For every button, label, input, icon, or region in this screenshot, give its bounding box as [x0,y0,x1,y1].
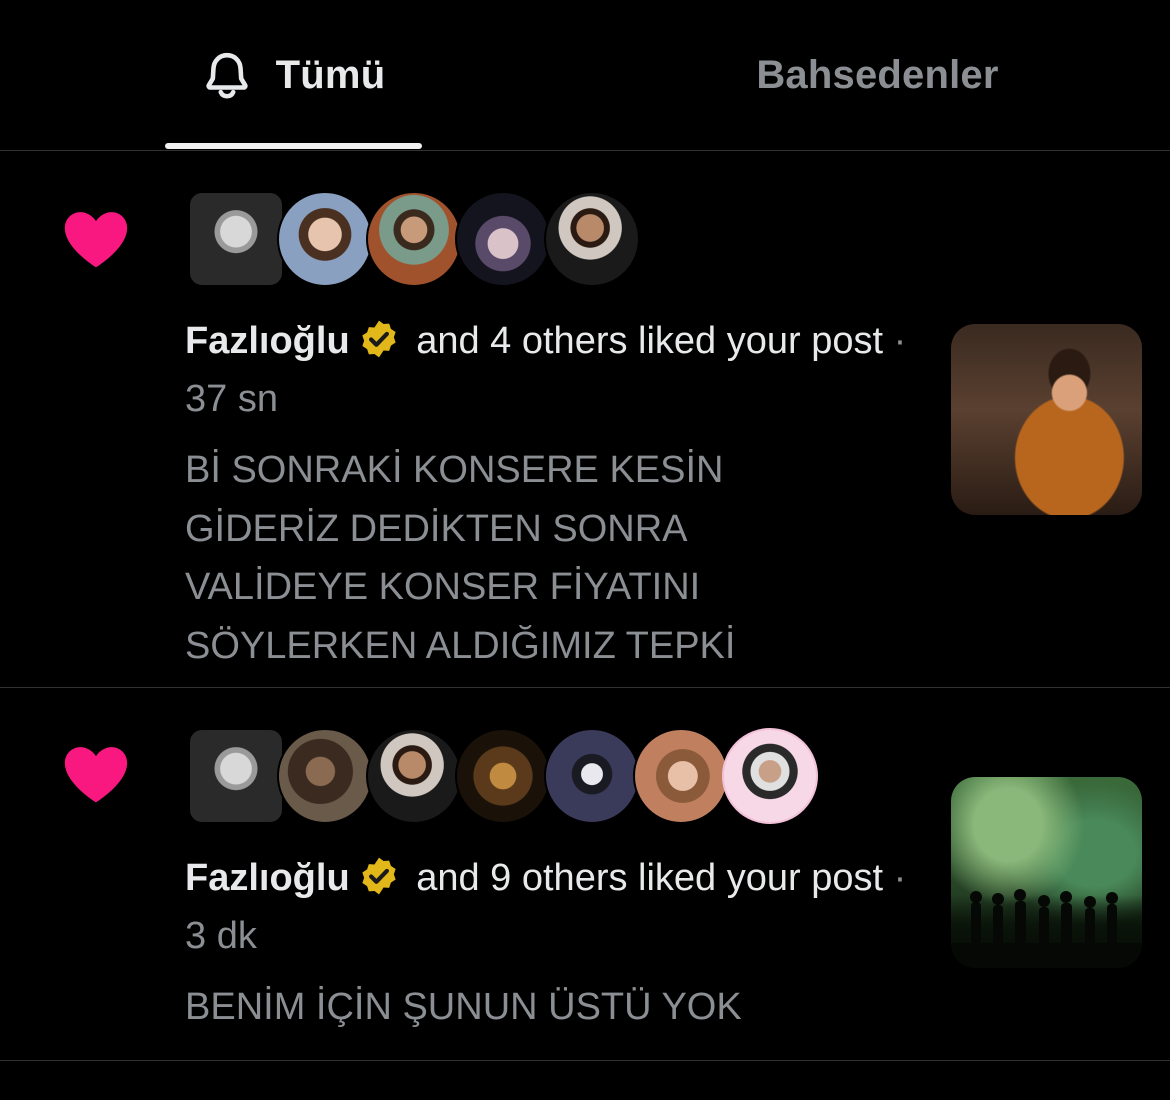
timestamp: 37 sn [185,378,278,420]
tab-mentions[interactable]: Bahsedenler [700,0,1055,150]
post-text: Bİ SONRAKİ KONSERE KESİN GİDERİZ DEDİKTE… [185,449,736,667]
silhouettes-graphic [951,889,1142,968]
action-text: and 9 others liked your post [416,857,884,899]
separator: · [893,320,907,362]
actor-name[interactable]: Fazlıoğlu [185,320,350,362]
post-text: BENİM İÇİN ŞUNUN ÜSTÜ YOK [185,986,742,1028]
notification-tabs: Tümü Bahsedenler [0,0,1170,151]
avatar[interactable] [188,191,284,287]
notification-headline: Fazlıoğlu and 4 others liked your post ·… [185,312,915,428]
avatar[interactable] [277,191,373,287]
actor-name[interactable]: Fazlıoğlu [185,857,350,899]
notification-item[interactable]: Fazlıoğlu and 9 others liked your post ·… [0,688,1170,1061]
avatar[interactable] [722,728,818,824]
avatar[interactable] [544,728,640,824]
verified-badge-icon [362,857,396,895]
separator: · [893,857,907,899]
avatar[interactable] [188,728,284,824]
avatar[interactable] [455,728,551,824]
tab-mentions-label: Bahsedenler [756,52,999,97]
avatar[interactable] [366,191,462,287]
notification-headline: Fazlıoğlu and 9 others liked your post ·… [185,849,915,965]
notification-item[interactable]: Fazlıoğlu and 4 others liked your post ·… [0,151,1170,688]
heart-icon [64,212,128,268]
avatar[interactable] [277,728,373,824]
tab-all-label: Tümü [275,52,386,97]
avatar[interactable] [366,728,462,824]
avatar[interactable] [544,191,640,287]
avatar[interactable] [455,191,551,287]
action-text: and 4 others liked your post [416,320,884,362]
heart-icon [64,747,128,803]
verified-badge-icon [362,320,396,358]
active-tab-indicator [165,143,422,149]
timestamp: 3 dk [185,915,257,957]
avatar[interactable] [633,728,729,824]
bell-icon [206,52,248,99]
post-thumbnail[interactable] [951,324,1142,515]
post-thumbnail[interactable] [951,777,1142,968]
tab-all[interactable]: Tümü [165,0,422,150]
